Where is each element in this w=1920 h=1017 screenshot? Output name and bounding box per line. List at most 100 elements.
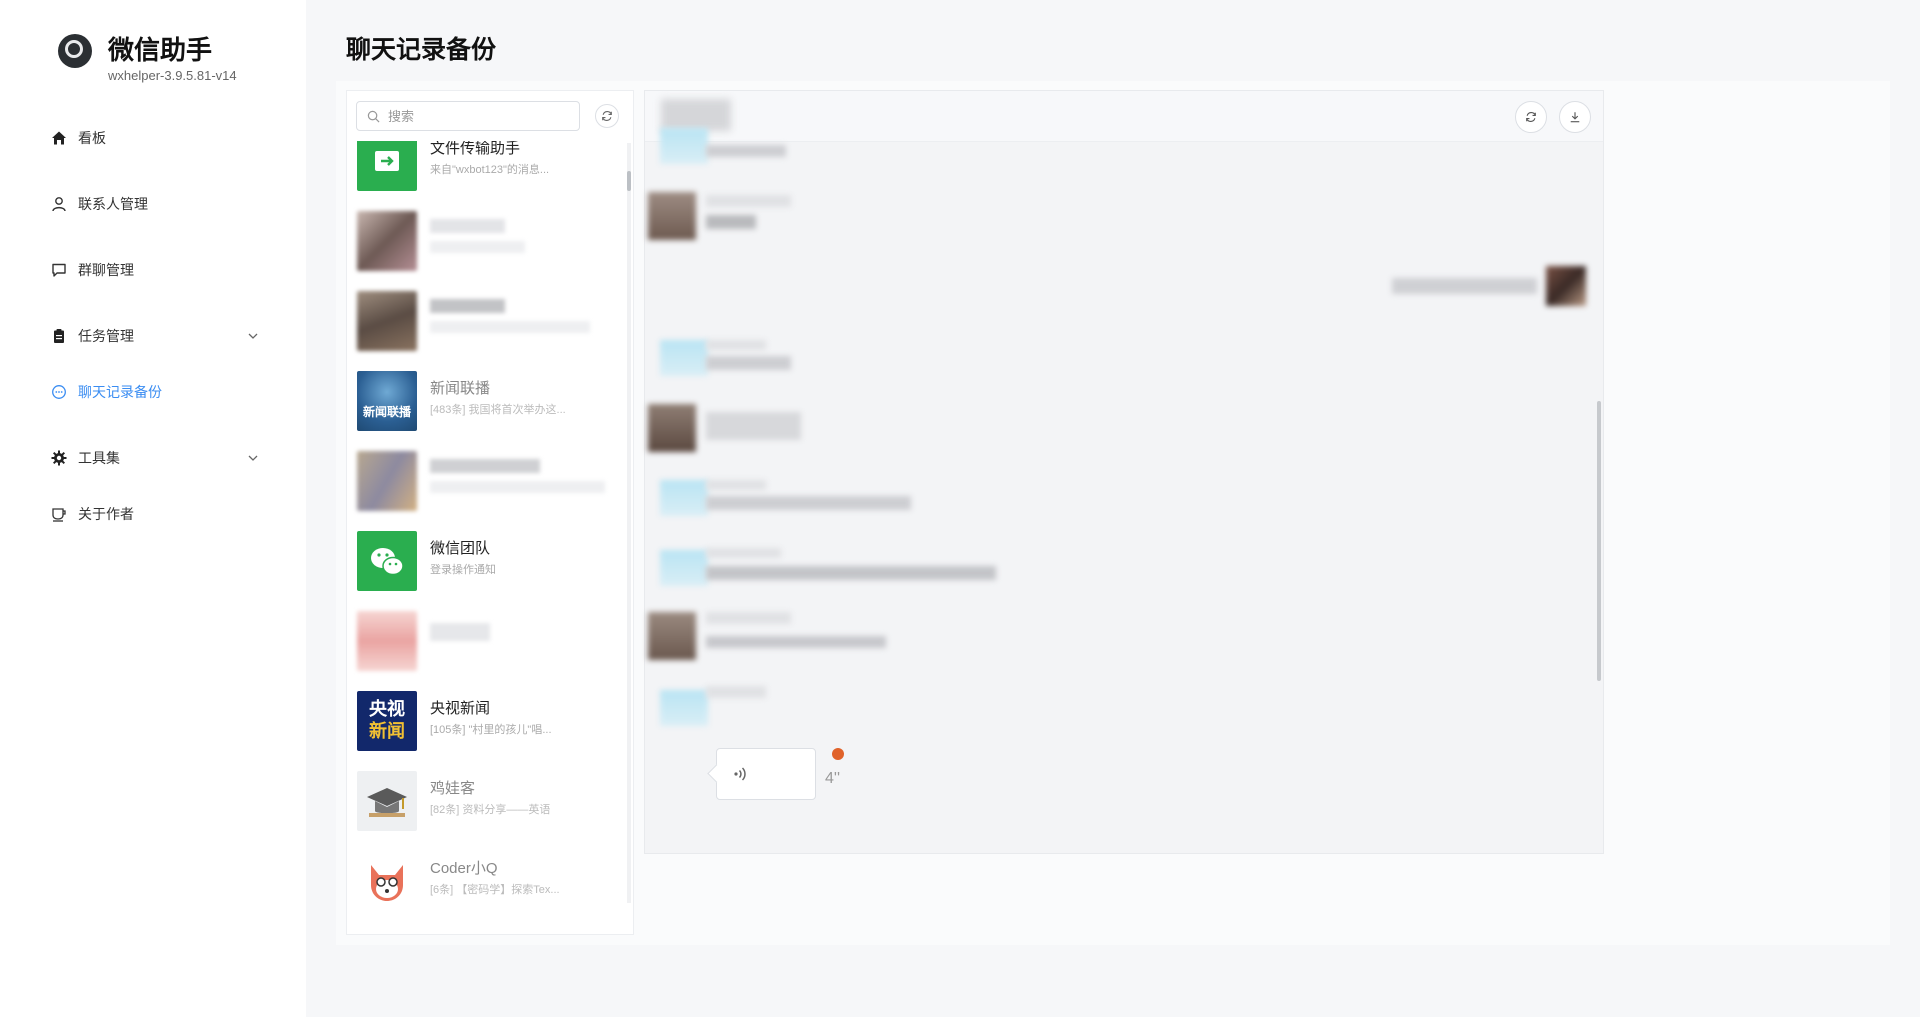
avatar	[648, 404, 696, 452]
download-icon	[1570, 112, 1580, 123]
contact-preview: [105条] "村里的孩儿"唱...	[430, 724, 552, 736]
avatar	[648, 192, 696, 240]
contact-name: 文件传输助手	[430, 141, 521, 157]
contact-name: 新闻联播	[430, 380, 491, 397]
blurred-message	[706, 215, 756, 229]
blurred-chat-title	[661, 99, 731, 131]
contact-name: 央视新闻	[430, 700, 491, 717]
blurred-message	[1392, 278, 1537, 294]
blurred-name	[430, 299, 505, 313]
contact-preview: [483条] 我国将首次举办这...	[430, 404, 566, 416]
home-icon	[50, 129, 68, 147]
nav-item-label: 关于作者	[78, 506, 134, 522]
avatar	[648, 612, 696, 660]
blurred-sender	[706, 686, 766, 698]
list-item[interactable]: 微信团队 登录操作通知	[347, 521, 625, 601]
avatar	[357, 611, 417, 671]
cctv-news-avatar: 央视 新闻	[357, 691, 417, 751]
avatar	[357, 451, 417, 511]
list-item[interactable]: 新闻联播 新闻联播 [483条] 我国将首次举办这...	[347, 361, 625, 441]
scrollbar-thumb[interactable]	[627, 171, 631, 191]
voice-duration: 4''	[825, 770, 841, 787]
clipboard-icon	[50, 327, 68, 345]
contact-list: 文件传输助手 来自"wxbot123"的消息... 新闻联播 新闻联播 [483…	[347, 141, 633, 931]
nav-item-label: 任务管理	[78, 328, 134, 344]
search-box[interactable]	[356, 101, 580, 131]
blurred-preview	[430, 241, 525, 253]
search-icon	[367, 110, 380, 122]
contact-name: Coder小Q	[430, 860, 498, 877]
nav-item-contacts[interactable]: 联系人管理	[50, 190, 260, 218]
contact-list-panel: 文件传输助手 来自"wxbot123"的消息... 新闻联播 新闻联播 [483…	[346, 90, 634, 935]
download-button[interactable]	[1559, 101, 1591, 133]
blurred-sender	[706, 195, 791, 207]
graduation-cap-icon	[357, 771, 417, 831]
avatar	[660, 128, 708, 164]
blurred-preview	[430, 481, 605, 493]
nav-item-label: 工具集	[78, 450, 120, 466]
blurred-message	[706, 145, 786, 157]
list-item[interactable]: Coder小Q [6条] 【密码学】探索Tex...	[347, 841, 625, 921]
unread-dot	[832, 748, 844, 760]
app-version: wxhelper-3.9.5.81-v14	[108, 68, 237, 83]
chat-header	[645, 91, 1603, 142]
avatar	[660, 550, 708, 586]
chat-scrollbar[interactable]	[1597, 401, 1601, 681]
search-input[interactable]	[386, 107, 560, 125]
cctv-news-logo-text: 央视	[369, 699, 405, 719]
avatar	[660, 480, 708, 516]
blurred-message	[706, 496, 911, 510]
list-item[interactable]	[347, 281, 625, 361]
sidebar: 微信助手 wxhelper-3.9.5.81-v14 看板 联系人管理 群聊管理…	[0, 0, 306, 1017]
page-title: 聊天记录备份	[346, 36, 497, 64]
contact-preview: 来自"wxbot123"的消息...	[430, 164, 550, 176]
avatar	[357, 291, 417, 351]
nav-item-tools[interactable]: 工具集	[50, 444, 260, 472]
contact-preview: [82条] 资料分享——英语	[430, 804, 551, 816]
blurred-sender	[706, 340, 766, 350]
list-item[interactable]: 央视 新闻 央视新闻 [105条] "村里的孩儿"唱...	[347, 681, 625, 761]
list-item[interactable]	[347, 601, 625, 681]
chevron-down-icon	[248, 333, 258, 339]
news-broadcast-avatar: 新闻联播	[357, 371, 417, 431]
blurred-sender	[706, 612, 791, 624]
app-name: 微信助手	[108, 35, 213, 65]
avatar	[660, 690, 708, 726]
nav-item-groups[interactable]: 群聊管理	[50, 256, 260, 284]
avatar	[660, 340, 708, 376]
voice-wave-icon	[734, 767, 746, 781]
contact-name: 微信团队	[430, 540, 491, 557]
nav-item-chat-backup[interactable]: 聊天记录备份	[50, 378, 260, 406]
nav-item-about[interactable]: 关于作者	[50, 500, 260, 528]
nav-item-dashboard[interactable]: 看板	[50, 124, 260, 152]
refresh-icon	[602, 111, 612, 121]
nav-item-tasks[interactable]: 任务管理	[50, 322, 260, 350]
blurred-message	[706, 566, 996, 580]
blurred-sender	[706, 480, 766, 490]
blurred-message	[706, 636, 886, 648]
voice-message-bubble[interactable]	[716, 748, 816, 800]
contact-name: 鸡娃客	[430, 780, 476, 797]
blurred-name	[430, 219, 505, 233]
refresh-chat-button[interactable]	[1515, 101, 1547, 133]
scrollbar-track[interactable]	[627, 143, 631, 903]
nav-item-label: 群聊管理	[78, 262, 134, 278]
list-item[interactable]	[347, 441, 625, 521]
nav-item-label: 聊天记录备份	[78, 384, 162, 400]
list-item[interactable]: 文件传输助手 来自"wxbot123"的消息...	[347, 141, 625, 201]
blurred-message	[706, 412, 801, 440]
refresh-icon	[1526, 112, 1536, 122]
cctv-news-logo-text: 新闻	[369, 721, 405, 741]
news-broadcast-logo-text: 新闻联播	[362, 405, 411, 419]
fox-mascot-icon	[357, 851, 417, 911]
coffee-cup-icon	[50, 505, 68, 523]
refresh-contacts-button[interactable]	[595, 104, 619, 128]
nav-item-label: 看板	[78, 130, 106, 146]
nav-item-label: 联系人管理	[78, 196, 148, 212]
list-item[interactable]	[347, 201, 625, 281]
blurred-preview	[430, 321, 590, 333]
list-item[interactable]: 鸡娃客 [82条] 资料分享——英语	[347, 761, 625, 841]
chevron-down-icon	[248, 455, 258, 461]
blurred-name	[430, 623, 490, 641]
avatar	[357, 211, 417, 271]
